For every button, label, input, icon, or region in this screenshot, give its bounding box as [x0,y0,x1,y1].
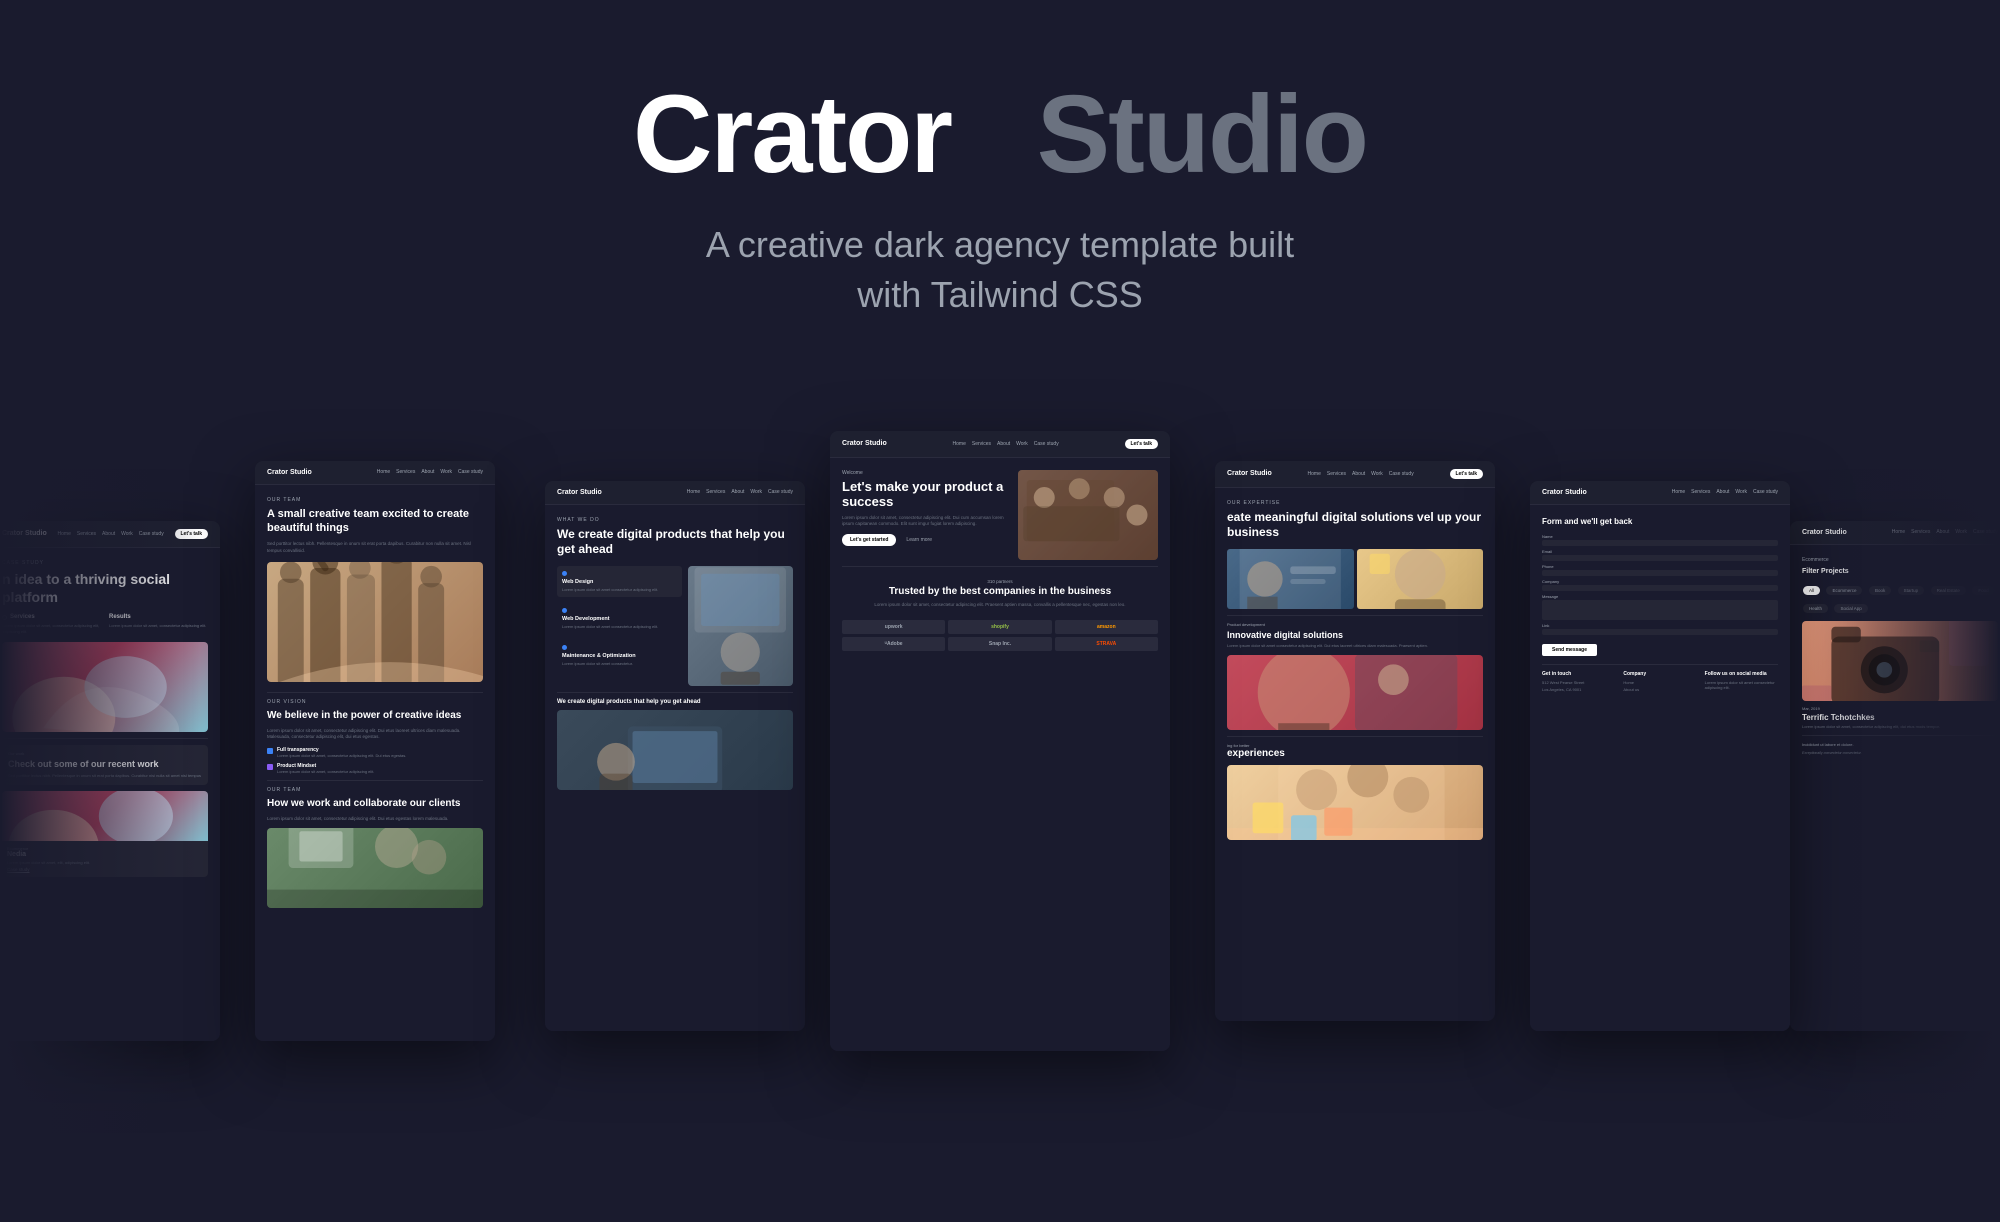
hero-content: Welcome Let's make your product a succes… [842,470,1158,560]
recent-work-section: Our work Check out some of our recent wo… [2,745,208,784]
contact-form: Name Email Phone Company [1542,534,1778,656]
screenshot-inner-right[interactable]: Crator Studio Home Services About Work C… [1215,461,1495,1021]
mini-nav-mid-right: Crator Studio Home Services About Work C… [1530,481,1790,505]
screenshot-mid-left[interactable]: Crator Studio Home Services About Work C… [255,461,495,1041]
mini-nav-center: Crator Studio Home Services About Work C… [830,431,1170,458]
footer-section: Get in touch 512 West Pearse Street Los … [1542,664,1778,694]
laptop-image [557,710,793,790]
hero-section: Crator Studio A creative dark agency tem… [0,0,2000,381]
screenshot-far-right[interactable]: Crator Studio Home Services About Work C… [1790,521,2000,1031]
collab-photo-right [1227,765,1483,840]
logos-grid: upwork shopify amazon ᵁAdobe Snap Inc. S… [842,620,1158,651]
screenshot-mid-right[interactable]: Crator Studio Home Services About Work C… [1530,481,1790,1031]
project-item: Ecommerce Nedia Lorem ipsum dolor sit am… [2,791,208,877]
hero-title: Crator Studio [20,80,1980,190]
hero-title-gray: Studio [1037,73,1367,196]
services-with-image: Web Design Lorem ipsum dolor sit amet co… [557,566,793,686]
mini-nav-far-right: Crator Studio Home Services About Work C… [1790,521,2000,545]
screenshots-container: Crator Studio Home Services About Work C… [0,401,2000,1201]
screenshot-far-left[interactable]: Crator Studio Home Services About Work C… [0,521,220,1041]
collab-photo [267,828,483,908]
work-image-art [2,642,208,732]
screenshot-inner-left[interactable]: Crator Studio Home Services About Work C… [545,481,805,1031]
screenshot-center[interactable]: Crator Studio Home Services About Work C… [830,431,1170,1051]
innovation-image [1227,655,1483,730]
nav-links: Home Services About Work Case study [58,531,164,537]
filter-section: Filter Projects All Ecommerce Book Start… [1802,568,1998,615]
mini-nav-far-left: Crator Studio Home Services About Work C… [0,521,220,548]
services-image [688,566,793,686]
project-info: Mar, 2019 Terrific Tchotchkes Lorem ipsu… [1802,706,1998,730]
filter-tags: All Ecommerce Book Startup Real Estate F… [1802,579,1998,615]
camera-image [1802,621,1998,701]
services-results: Services Lorem ipsum dolor sit amet, con… [2,614,208,634]
features-list: Full transparency Lorem ipsum dolor sit … [267,747,483,774]
nav-logo: Crator Studio [2,530,47,537]
services-list: Web Design Lorem ipsum dolor sit amet co… [557,566,682,686]
nav-btn[interactable]: Let's talk [175,529,208,539]
mini-nav-inner-left: Crator Studio Home Services About Work C… [545,481,805,505]
mini-nav-mid-left: Crator Studio Home Services About Work C… [255,461,495,485]
expertise-images [1227,549,1483,609]
card-heading-far-left: n idea to a thriving social platform [2,570,208,606]
mini-nav-inner-right: Crator Studio Home Services About Work C… [1215,461,1495,488]
team-photo [267,562,483,682]
hero-title-white: Crator [633,73,951,196]
trusted-section: 310 partners Trusted by the best compani… [842,573,1158,614]
hero-subtitle: A creative dark agency template built wi… [650,220,1350,321]
